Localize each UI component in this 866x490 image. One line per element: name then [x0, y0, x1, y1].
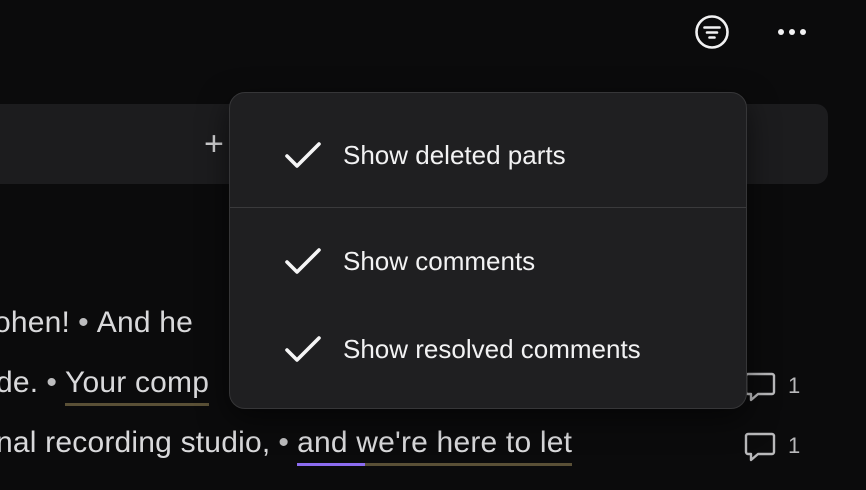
comment-icon [744, 372, 776, 402]
menu-item-show-deleted-parts[interactable]: Show deleted parts [230, 125, 746, 185]
checkmark-icon [285, 142, 321, 168]
bullet-separator: • [278, 426, 290, 459]
comment-indicator[interactable]: 1 [742, 428, 800, 464]
checkmark-icon [285, 336, 321, 362]
checkmark-icon [285, 248, 321, 274]
commented-text[interactable]: and we're here to let [297, 426, 573, 466]
filter-circle-icon [695, 15, 729, 49]
menu-divider [230, 207, 746, 208]
comment-count: 1 [788, 433, 801, 458]
comment-indicator[interactable]: 1 [742, 368, 800, 404]
comment-icon [744, 432, 776, 462]
commented-text[interactable]: Your comp [65, 366, 210, 406]
bullet-separator: • [78, 306, 89, 339]
comment-count: 1 [788, 373, 801, 398]
more-options-button[interactable] [772, 12, 812, 52]
plus-icon[interactable]: + [204, 122, 224, 166]
transcript-text: And he [96, 306, 194, 339]
more-horizontal-icon [778, 29, 806, 35]
transcript-text: de. [0, 366, 39, 399]
transcript-text: nal recording studio, [0, 426, 271, 459]
playback-progress-underline [297, 463, 366, 466]
transcript-text: ohen! [0, 306, 71, 339]
transcript-line: de. • Your comp [0, 366, 210, 406]
menu-item-label: Show deleted parts [343, 139, 566, 170]
filter-button[interactable] [692, 12, 732, 52]
menu-item-show-comments[interactable]: Show comments [230, 231, 746, 291]
menu-item-label: Show comments [343, 245, 536, 276]
commented-text-label: and we're here to let [297, 426, 573, 459]
transcript-line: nal recording studio, • and we're here to … [0, 426, 573, 466]
menu-item-label: Show resolved comments [343, 333, 641, 364]
transcript-line: ohen! • And he [0, 306, 193, 340]
menu-item-show-resolved-comments[interactable]: Show resolved comments [230, 319, 746, 379]
filter-menu: Show deleted parts Show comments Show re… [229, 92, 747, 409]
bullet-separator: • [46, 366, 58, 399]
